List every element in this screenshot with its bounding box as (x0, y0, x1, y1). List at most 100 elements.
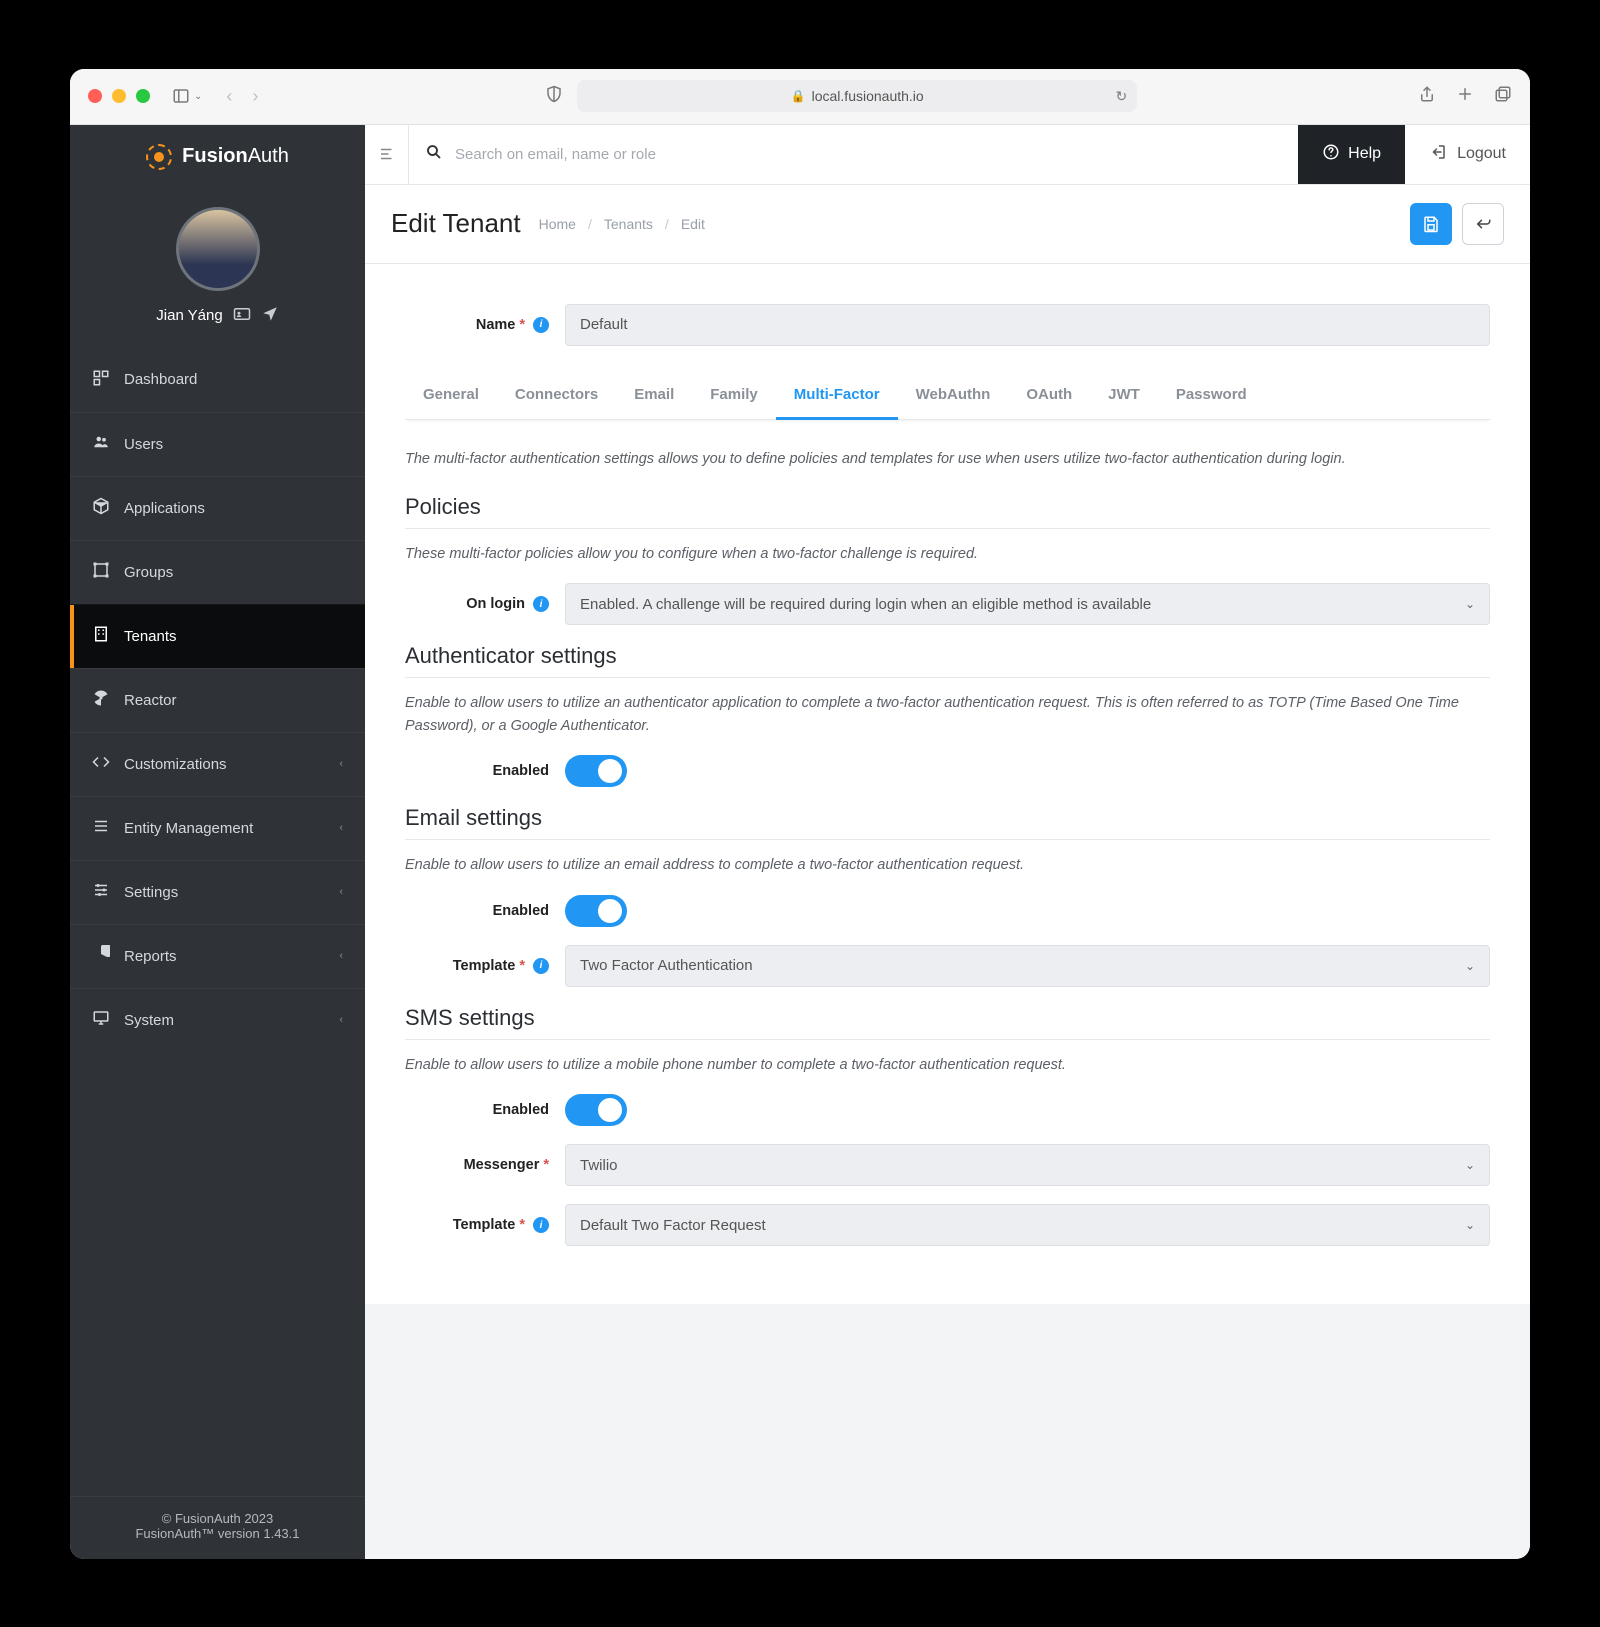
avatar[interactable] (176, 207, 260, 291)
help-button[interactable]: Help (1298, 125, 1405, 184)
mfa-intro: The multi-factor authentication settings… (405, 448, 1490, 470)
forward-button[interactable]: › (246, 86, 264, 107)
required-mark: * (519, 1217, 525, 1233)
sms-enabled-toggle[interactable] (565, 1094, 627, 1126)
email-template-select[interactable]: Two Factor Authentication ⌄ (565, 945, 1490, 987)
logout-button[interactable]: Logout (1405, 125, 1530, 184)
help-label: Help (1348, 145, 1381, 163)
sidebar-item-reactor[interactable]: Reactor (70, 668, 365, 732)
sidebar-item-customizations[interactable]: Customizations ‹ (70, 732, 365, 796)
chevron-down-icon: ⌄ (1465, 597, 1475, 611)
sidebar-item-label: Applications (124, 500, 205, 517)
chevron-down-icon: ⌄ (1465, 959, 1475, 973)
tab-email[interactable]: Email (616, 372, 692, 419)
chevron-left-icon: ‹ (339, 822, 343, 834)
sidebar-item-reports[interactable]: Reports ‹ (70, 924, 365, 988)
tab-general[interactable]: General (405, 372, 497, 419)
on-login-select[interactable]: Enabled. A challenge will be required du… (565, 583, 1490, 625)
sliders-icon (92, 881, 110, 903)
search-input[interactable] (455, 125, 1282, 184)
sidebar-item-dashboard[interactable]: Dashboard (70, 348, 365, 412)
email-enabled-toggle[interactable] (565, 895, 627, 927)
collapse-sidebar-button[interactable] (365, 125, 409, 184)
tab-multi-factor[interactable]: Multi-Factor (776, 372, 898, 419)
sidebar-item-label: Reactor (124, 692, 177, 709)
heading-sms: SMS settings (405, 1005, 1490, 1040)
tab-oauth[interactable]: OAuth (1008, 372, 1090, 419)
sms-messenger-select[interactable]: Twilio ⌄ (565, 1144, 1490, 1186)
cube-icon (92, 497, 110, 519)
save-button[interactable] (1410, 203, 1452, 245)
sidebar-item-system[interactable]: System ‹ (70, 988, 365, 1052)
nav: Dashboard Users Applications Groups Tena… (70, 348, 365, 1496)
tabs-icon[interactable] (1494, 85, 1512, 108)
maximize-window-icon[interactable] (136, 89, 150, 103)
sidebar-item-applications[interactable]: Applications (70, 476, 365, 540)
tab-password[interactable]: Password (1158, 372, 1265, 419)
sidebar-item-label: Groups (124, 564, 173, 581)
share-icon[interactable] (1418, 85, 1436, 108)
info-icon[interactable]: i (533, 596, 549, 612)
authenticator-enabled-toggle[interactable] (565, 755, 627, 787)
crumb-tenants[interactable]: Tenants (604, 216, 653, 232)
back-button[interactable] (1462, 203, 1504, 245)
chevron-left-icon: ‹ (339, 886, 343, 898)
logout-label: Logout (1457, 145, 1506, 163)
row-sms-messenger: Messenger* Twilio ⌄ (405, 1144, 1490, 1186)
tab-webauthn[interactable]: WebAuthn (898, 372, 1009, 419)
info-icon[interactable]: i (533, 1217, 549, 1233)
object-group-icon (92, 561, 110, 583)
on-login-value: Enabled. A challenge will be required du… (580, 596, 1151, 613)
nav-buttons: ‹ › (220, 86, 264, 107)
name-input[interactable]: Default (565, 304, 1490, 346)
close-window-icon[interactable] (88, 89, 102, 103)
row-authenticator-enabled: Enabled (405, 755, 1490, 787)
email-template-value: Two Factor Authentication (580, 957, 753, 974)
panel: Name * i Default General Connectors Email (365, 264, 1530, 1305)
sms-template-select[interactable]: Default Two Factor Request ⌄ (565, 1204, 1490, 1246)
shield-icon[interactable] (545, 85, 563, 108)
tab-jwt[interactable]: JWT (1090, 372, 1158, 419)
authenticator-desc: Enable to allow users to utilize an auth… (405, 692, 1490, 737)
sidebar-item-groups[interactable]: Groups (70, 540, 365, 604)
copyright-text: © FusionAuth 2023 (70, 1511, 365, 1526)
main: Help Logout Edit Tenant Home / Tenants /… (365, 125, 1530, 1559)
sidebar-item-settings[interactable]: Settings ‹ (70, 860, 365, 924)
sidebar-item-entity-management[interactable]: Entity Management ‹ (70, 796, 365, 860)
location-arrow-icon[interactable] (261, 305, 279, 326)
crumb-edit: Edit (681, 216, 705, 232)
sidebar-item-label: Entity Management (124, 820, 253, 837)
reload-icon[interactable]: ↻ (1115, 88, 1127, 105)
sidebar-toggle-icon[interactable]: ⌄ (172, 87, 202, 105)
page-header: Edit Tenant Home / Tenants / Edit (365, 185, 1530, 264)
dashboard-icon (92, 369, 110, 391)
minimize-window-icon[interactable] (112, 89, 126, 103)
crumb-sep: / (665, 216, 669, 232)
messenger-label: Messenger (464, 1157, 540, 1173)
name-label: Name (476, 317, 516, 333)
sidebar-item-label: Customizations (124, 756, 227, 773)
tabs: General Connectors Email Family Multi-Fa… (405, 372, 1490, 420)
tab-connectors[interactable]: Connectors (497, 372, 616, 419)
info-icon[interactable]: i (533, 958, 549, 974)
traffic-lights (88, 89, 150, 103)
version-text: FusionAuth™ version 1.43.1 (70, 1526, 365, 1541)
pie-chart-icon (92, 945, 110, 967)
sidebar-item-tenants[interactable]: Tenants (70, 604, 365, 668)
sms-template-value: Default Two Factor Request (580, 1217, 766, 1234)
crumb-home[interactable]: Home (539, 216, 576, 232)
sms-messenger-value: Twilio (580, 1157, 618, 1174)
sidebar-item-users[interactable]: Users (70, 412, 365, 476)
info-icon[interactable]: i (533, 317, 549, 333)
row-sms-enabled: Enabled (405, 1094, 1490, 1126)
on-login-label: On login (466, 596, 525, 612)
chevron-left-icon: ‹ (339, 758, 343, 770)
chevron-down-icon: ⌄ (1465, 1218, 1475, 1232)
tab-family[interactable]: Family (692, 372, 776, 419)
new-tab-icon[interactable] (1456, 85, 1474, 108)
back-button[interactable]: ‹ (220, 86, 238, 107)
address-bar[interactable]: 🔒 local.fusionauth.io ↻ (577, 80, 1137, 112)
policies-desc: These multi-factor policies allow you to… (405, 543, 1490, 565)
brand-logo[interactable]: FusionAuth (70, 125, 365, 189)
id-card-icon[interactable] (233, 305, 251, 326)
